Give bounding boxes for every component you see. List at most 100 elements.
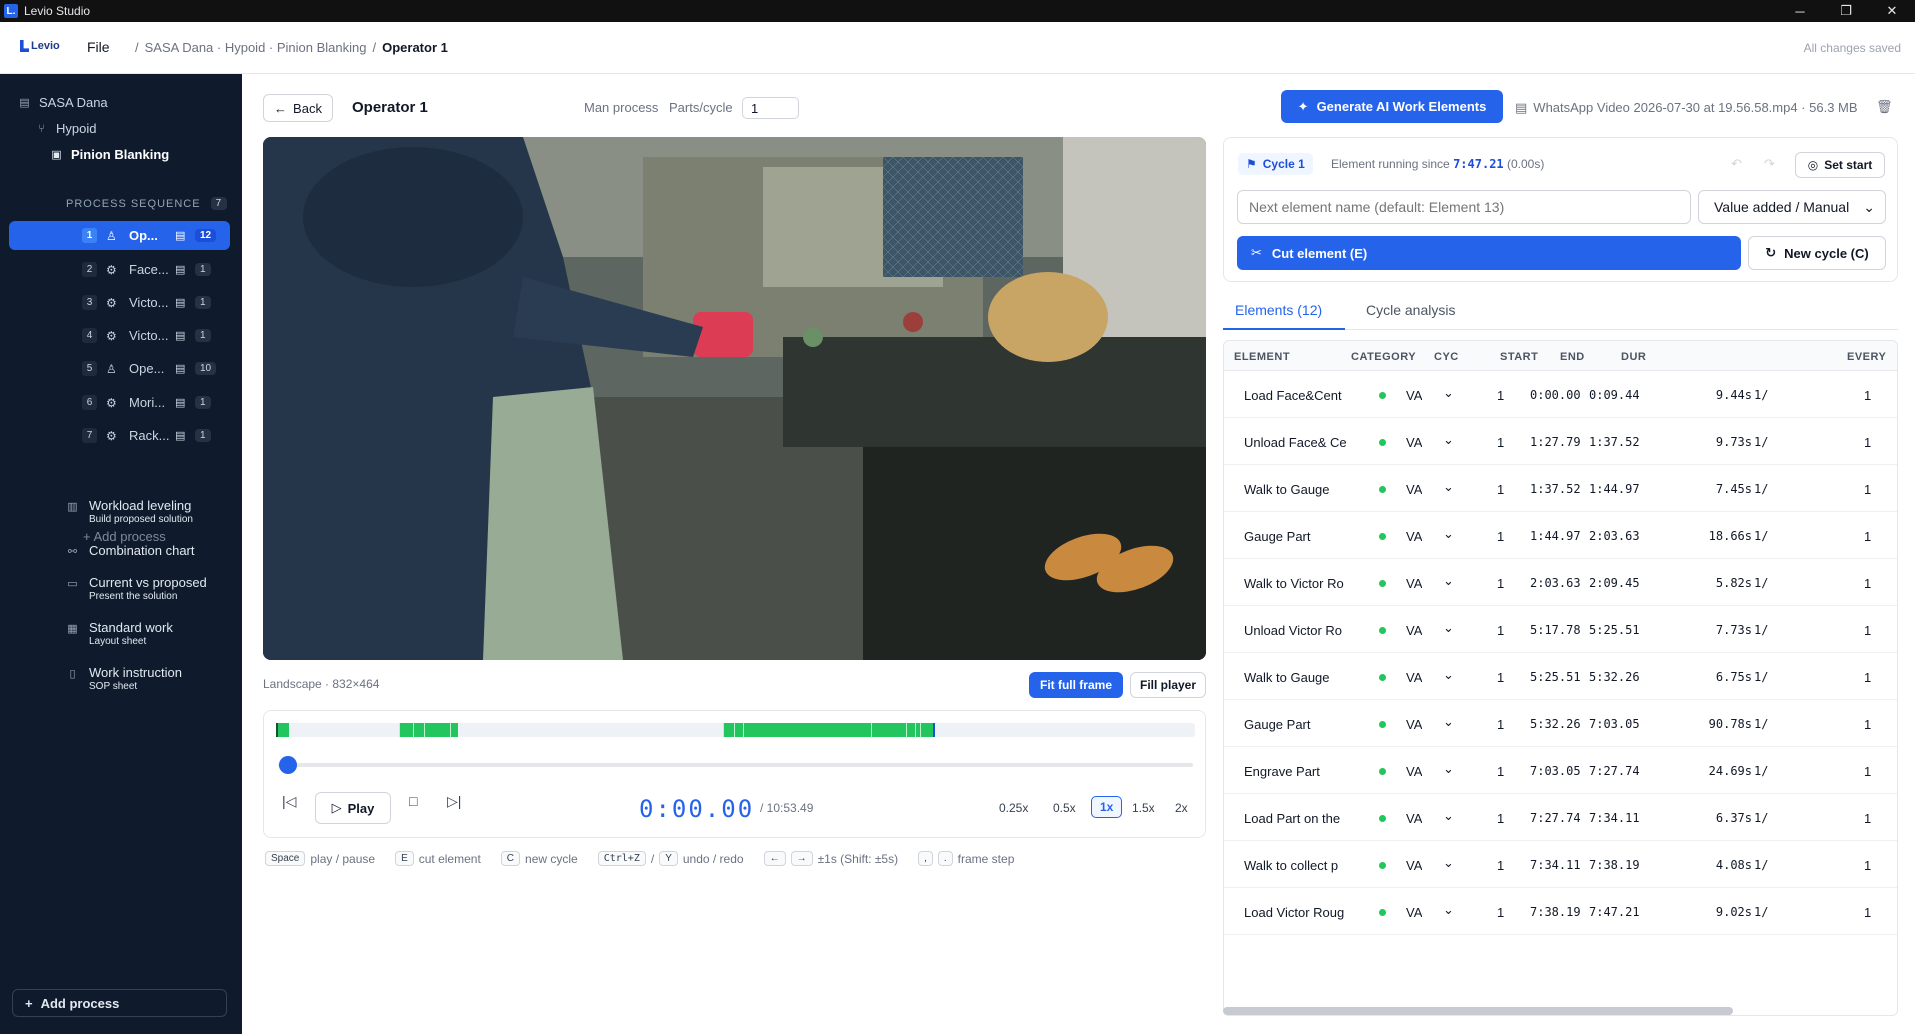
table-row[interactable]: Gauge Part VA ⌄ 1 5:32.26 7:03.05 90.78s 1/1 xyxy=(1224,700,1897,747)
timeline-segment[interactable] xyxy=(920,723,934,737)
category-value[interactable]: VA xyxy=(1406,435,1422,450)
process-item-1[interactable]: 1 ♙ Op... ▤ 12 xyxy=(9,221,230,250)
speed-1x[interactable]: 1x xyxy=(1091,796,1123,818)
table-row[interactable]: Load Face&Cent VA ⌄ 1 0:00.00 0:09.44 9.44s 1/1 xyxy=(1224,371,1897,418)
table-row[interactable]: Gauge Part VA ⌄ 1 1:44.97 2:03.63 18.66s 1/1 xyxy=(1224,512,1897,559)
tree-line[interactable]: ▣ Pinion Blanking xyxy=(50,147,169,162)
table-row[interactable]: Walk to Gauge VA ⌄ 1 5:25.51 5:32.26 6.75s 1/1 xyxy=(1224,653,1897,700)
add-process-button[interactable]: + Add process xyxy=(12,989,227,1017)
element-name[interactable]: Load Victor Roug xyxy=(1244,905,1356,920)
generate-ai-button[interactable]: ✦ Generate AI Work Elements xyxy=(1281,90,1503,123)
chevron-down-icon[interactable]: ⌄ xyxy=(1443,902,1454,918)
timeline-segment[interactable] xyxy=(413,723,424,737)
next-element-input[interactable] xyxy=(1237,190,1691,224)
chevron-down-icon[interactable]: ⌄ xyxy=(1443,526,1454,542)
back-button[interactable]: ← Back xyxy=(263,94,333,122)
fit-full-frame-button[interactable]: Fit full frame xyxy=(1029,672,1123,698)
speed-0.5x[interactable]: 0.5x xyxy=(1053,801,1076,815)
category-value[interactable]: VA xyxy=(1406,905,1422,920)
category-value[interactable]: VA xyxy=(1406,764,1422,779)
file-menu[interactable]: File xyxy=(87,39,110,55)
play-button[interactable]: ▷ Play xyxy=(315,792,391,824)
scrub-track[interactable] xyxy=(278,763,1193,767)
table-row[interactable]: Engrave Part VA ⌄ 1 7:03.05 7:27.74 24.69s 1/1 xyxy=(1224,747,1897,794)
category-value[interactable]: VA xyxy=(1406,811,1422,826)
undo-icon[interactable]: ↶ xyxy=(1731,156,1742,172)
category-value[interactable]: VA xyxy=(1406,717,1422,732)
breadcrumb-path[interactable]: SASA Dana · Hypoid · Pinion Blanking xyxy=(145,40,367,55)
table-row[interactable]: Walk to collect p VA ⌄ 1 7:34.11 7:38.19 4.08s… xyxy=(1224,841,1897,888)
speed-0.25x[interactable]: 0.25x xyxy=(999,801,1028,815)
timeline-segment[interactable] xyxy=(423,723,450,737)
table-row[interactable]: Unload Victor Ro VA ⌄ 1 5:17.78 5:25.51 7.73s 1… xyxy=(1224,606,1897,653)
tool-current-vs-proposed[interactable]: ▭ Current vs proposed Present the solution xyxy=(66,575,206,602)
tree-product[interactable]: ⑂ Hypoid xyxy=(35,121,96,136)
skip-back-icon[interactable]: |◁ xyxy=(282,793,296,810)
element-name[interactable]: Load Face&Cent xyxy=(1244,388,1356,403)
chevron-down-icon[interactable]: ⌄ xyxy=(1443,479,1454,495)
stop-icon[interactable]: □ xyxy=(409,793,417,809)
timeline-segment[interactable] xyxy=(722,723,734,737)
restore-icon[interactable]: ❐ xyxy=(1823,0,1869,22)
category-value[interactable]: VA xyxy=(1406,623,1422,638)
chevron-down-icon[interactable]: ⌄ xyxy=(1443,432,1454,448)
table-row[interactable]: Load Part on the VA ⌄ 1 7:27.74 7:34.11 6.37s 1… xyxy=(1224,794,1897,841)
parts-per-cycle-input[interactable] xyxy=(742,97,799,119)
category-value[interactable]: VA xyxy=(1406,388,1422,403)
chevron-down-icon[interactable]: ⌄ xyxy=(1443,714,1454,730)
table-row[interactable]: Walk to Gauge VA ⌄ 1 1:37.52 1:44.97 7.45s 1/1 xyxy=(1224,465,1897,512)
chevron-down-icon[interactable]: ⌄ xyxy=(1443,855,1454,871)
category-value[interactable]: VA xyxy=(1406,858,1422,873)
chevron-down-icon[interactable]: ⌄ xyxy=(1443,385,1454,401)
table-row[interactable]: Walk to Victor Ro VA ⌄ 1 2:03.63 2:09.45 5.82s… xyxy=(1224,559,1897,606)
skip-forward-icon[interactable]: ▷| xyxy=(447,793,461,810)
element-name[interactable]: Load Part on the xyxy=(1244,811,1356,826)
add-process-link[interactable]: + Add process xyxy=(83,529,166,544)
tool-workload-leveling[interactable]: ▥ Workload leveling Build proposed solutio… xyxy=(66,498,193,525)
tree-company[interactable]: ▤ SASA Dana xyxy=(18,95,107,110)
video-player[interactable] xyxy=(263,137,1206,660)
speed-2x[interactable]: 2x xyxy=(1175,801,1188,815)
element-name[interactable]: Gauge Part xyxy=(1244,717,1356,732)
process-item-2[interactable]: 2 ⚙ Face... ▤ 1 xyxy=(9,255,230,284)
scrub-handle[interactable] xyxy=(279,756,297,774)
timeline-segment[interactable] xyxy=(870,723,906,737)
chevron-down-icon[interactable]: ⌄ xyxy=(1443,620,1454,636)
levio-logo[interactable]: Levio xyxy=(20,40,60,52)
timeline-segment[interactable] xyxy=(905,723,915,737)
minimize-icon[interactable]: ─ xyxy=(1777,0,1823,22)
timeline-segment[interactable] xyxy=(399,723,414,737)
redo-icon[interactable]: ↷ xyxy=(1764,156,1775,172)
process-item-4[interactable]: 4 ⚙ Victo... ▤ 1 xyxy=(9,321,230,350)
cycle-badge[interactable]: ⚑ Cycle 1 xyxy=(1238,153,1313,175)
timeline-segment[interactable] xyxy=(733,723,744,737)
new-cycle-button[interactable]: ↻ New cycle (C) xyxy=(1748,236,1886,270)
element-name[interactable]: Walk to Victor Ro xyxy=(1244,576,1356,591)
element-name[interactable]: Walk to Gauge xyxy=(1244,670,1356,685)
category-value[interactable]: VA xyxy=(1406,529,1422,544)
process-item-6[interactable]: 6 ⚙ Mori... ▤ 1 xyxy=(9,388,230,417)
speed-1.5x[interactable]: 1.5x xyxy=(1132,801,1155,815)
fill-player-button[interactable]: Fill player xyxy=(1130,672,1206,698)
timeline-segment[interactable] xyxy=(743,723,871,737)
element-name[interactable]: Walk to collect p xyxy=(1244,858,1356,873)
tool-standard-work[interactable]: ▦ Standard work Layout sheet xyxy=(66,620,173,647)
chevron-down-icon[interactable]: ⌄ xyxy=(1443,573,1454,589)
element-name[interactable]: Unload Face& Ce xyxy=(1244,435,1356,450)
tab-elements[interactable]: Elements (12) xyxy=(1235,302,1322,318)
chevron-down-icon[interactable]: ⌄ xyxy=(1443,667,1454,683)
tool-combination-chart[interactable]: ⚯ Combination chart xyxy=(66,543,195,558)
set-start-button[interactable]: ◎ Set start xyxy=(1795,152,1885,178)
cut-element-button[interactable]: ✂ Cut element (E) xyxy=(1237,236,1741,270)
element-name[interactable]: Unload Victor Ro xyxy=(1244,623,1356,638)
element-timeline[interactable] xyxy=(276,723,1195,737)
process-item-3[interactable]: 3 ⚙ Victo... ▤ 1 xyxy=(9,288,230,317)
chevron-down-icon[interactable]: ⌄ xyxy=(1443,761,1454,777)
element-name[interactable]: Gauge Part xyxy=(1244,529,1356,544)
close-icon[interactable]: ✕ xyxy=(1869,0,1915,22)
trash-icon[interactable]: 🗑 xyxy=(1876,99,1893,115)
tab-cycle-analysis[interactable]: Cycle analysis xyxy=(1366,302,1455,318)
category-select[interactable]: Value added / Manual ⌄ xyxy=(1698,190,1886,224)
table-row[interactable]: Load Victor Roug VA ⌄ 1 7:38.19 7:47.21 9.02s 1… xyxy=(1224,888,1897,935)
category-value[interactable]: VA xyxy=(1406,576,1422,591)
